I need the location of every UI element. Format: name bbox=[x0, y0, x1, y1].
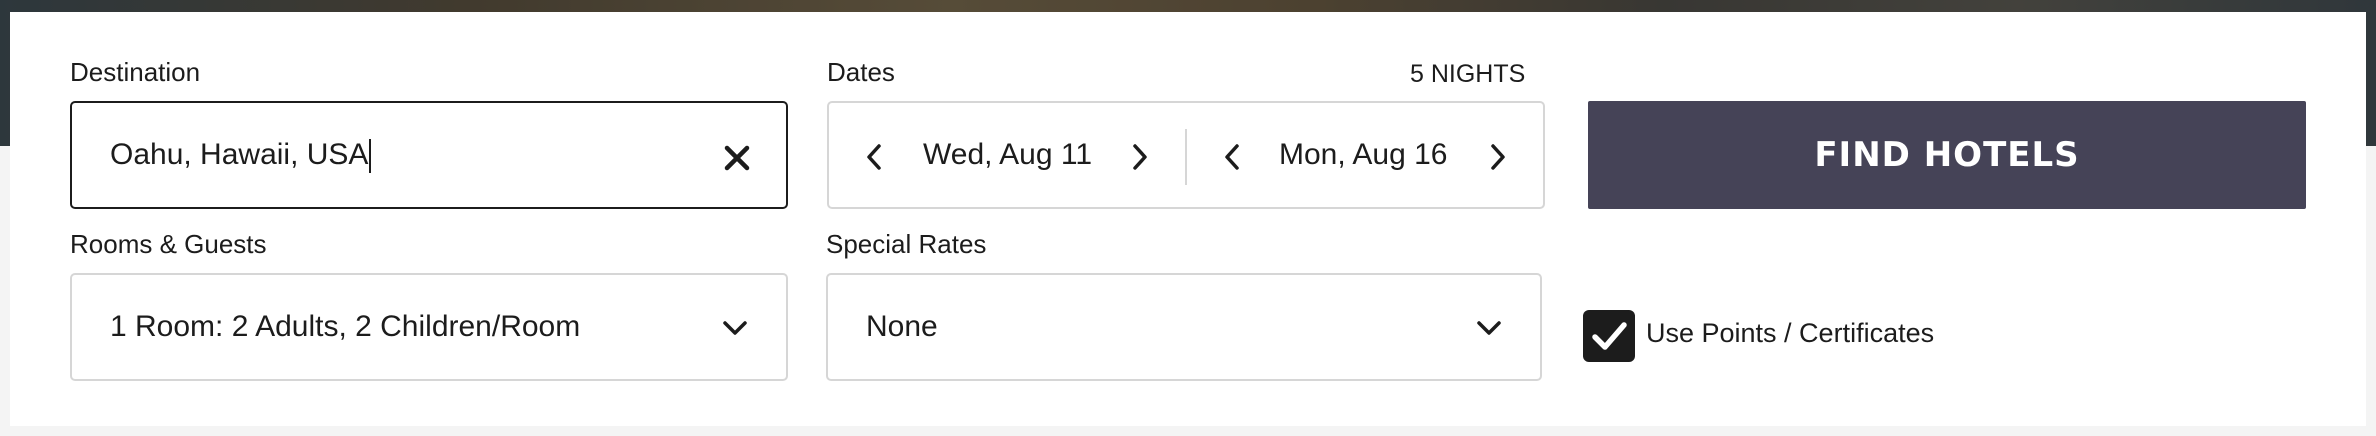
special-rates-select[interactable]: None bbox=[826, 273, 1542, 381]
checkmark-icon bbox=[1592, 322, 1627, 350]
special-rates-label: Special Rates bbox=[826, 229, 987, 259]
use-points-label[interactable]: Use Points / Certificates bbox=[1646, 318, 1934, 349]
dates-picker: Wed, Aug 11 Mon, Aug 16 bbox=[827, 101, 1545, 209]
destination-text: Oahu, Hawaii, USA bbox=[110, 138, 369, 171]
rooms-guests-select[interactable]: 1 Room: 2 Adults, 2 Children/Room bbox=[70, 273, 788, 381]
checkin-prev-chevron-left-icon[interactable] bbox=[865, 143, 883, 171]
date-divider bbox=[1185, 129, 1187, 185]
find-hotels-button[interactable]: FIND HOTELS bbox=[1588, 101, 2306, 209]
special-rates-value: None bbox=[866, 310, 938, 343]
search-panel: Destination Oahu, Hawaii, USA Dates 5 NI… bbox=[10, 12, 2366, 426]
checkout-date[interactable]: Mon, Aug 16 bbox=[1279, 138, 1447, 172]
use-points-checkbox[interactable] bbox=[1583, 310, 1635, 362]
checkin-next-chevron-right-icon[interactable] bbox=[1131, 143, 1149, 171]
destination-label: Destination bbox=[70, 57, 201, 87]
chevron-down-icon bbox=[1477, 321, 1501, 335]
chevron-down-icon bbox=[723, 321, 747, 335]
close-icon[interactable] bbox=[724, 145, 750, 171]
nights-count: 5 NIGHTS bbox=[1410, 60, 1526, 88]
destination-input[interactable]: Oahu, Hawaii, USA bbox=[70, 101, 788, 209]
dates-label: Dates bbox=[827, 57, 895, 87]
text-caret bbox=[369, 139, 372, 174]
rooms-guests-value: 1 Room: 2 Adults, 2 Children/Room bbox=[110, 310, 581, 343]
destination-value: Oahu, Hawaii, USA bbox=[110, 138, 372, 174]
checkout-next-chevron-right-icon[interactable] bbox=[1489, 143, 1507, 171]
rooms-guests-label: Rooms & Guests bbox=[70, 229, 267, 259]
checkin-date[interactable]: Wed, Aug 11 bbox=[923, 138, 1092, 172]
checkout-prev-chevron-left-icon[interactable] bbox=[1223, 143, 1241, 171]
